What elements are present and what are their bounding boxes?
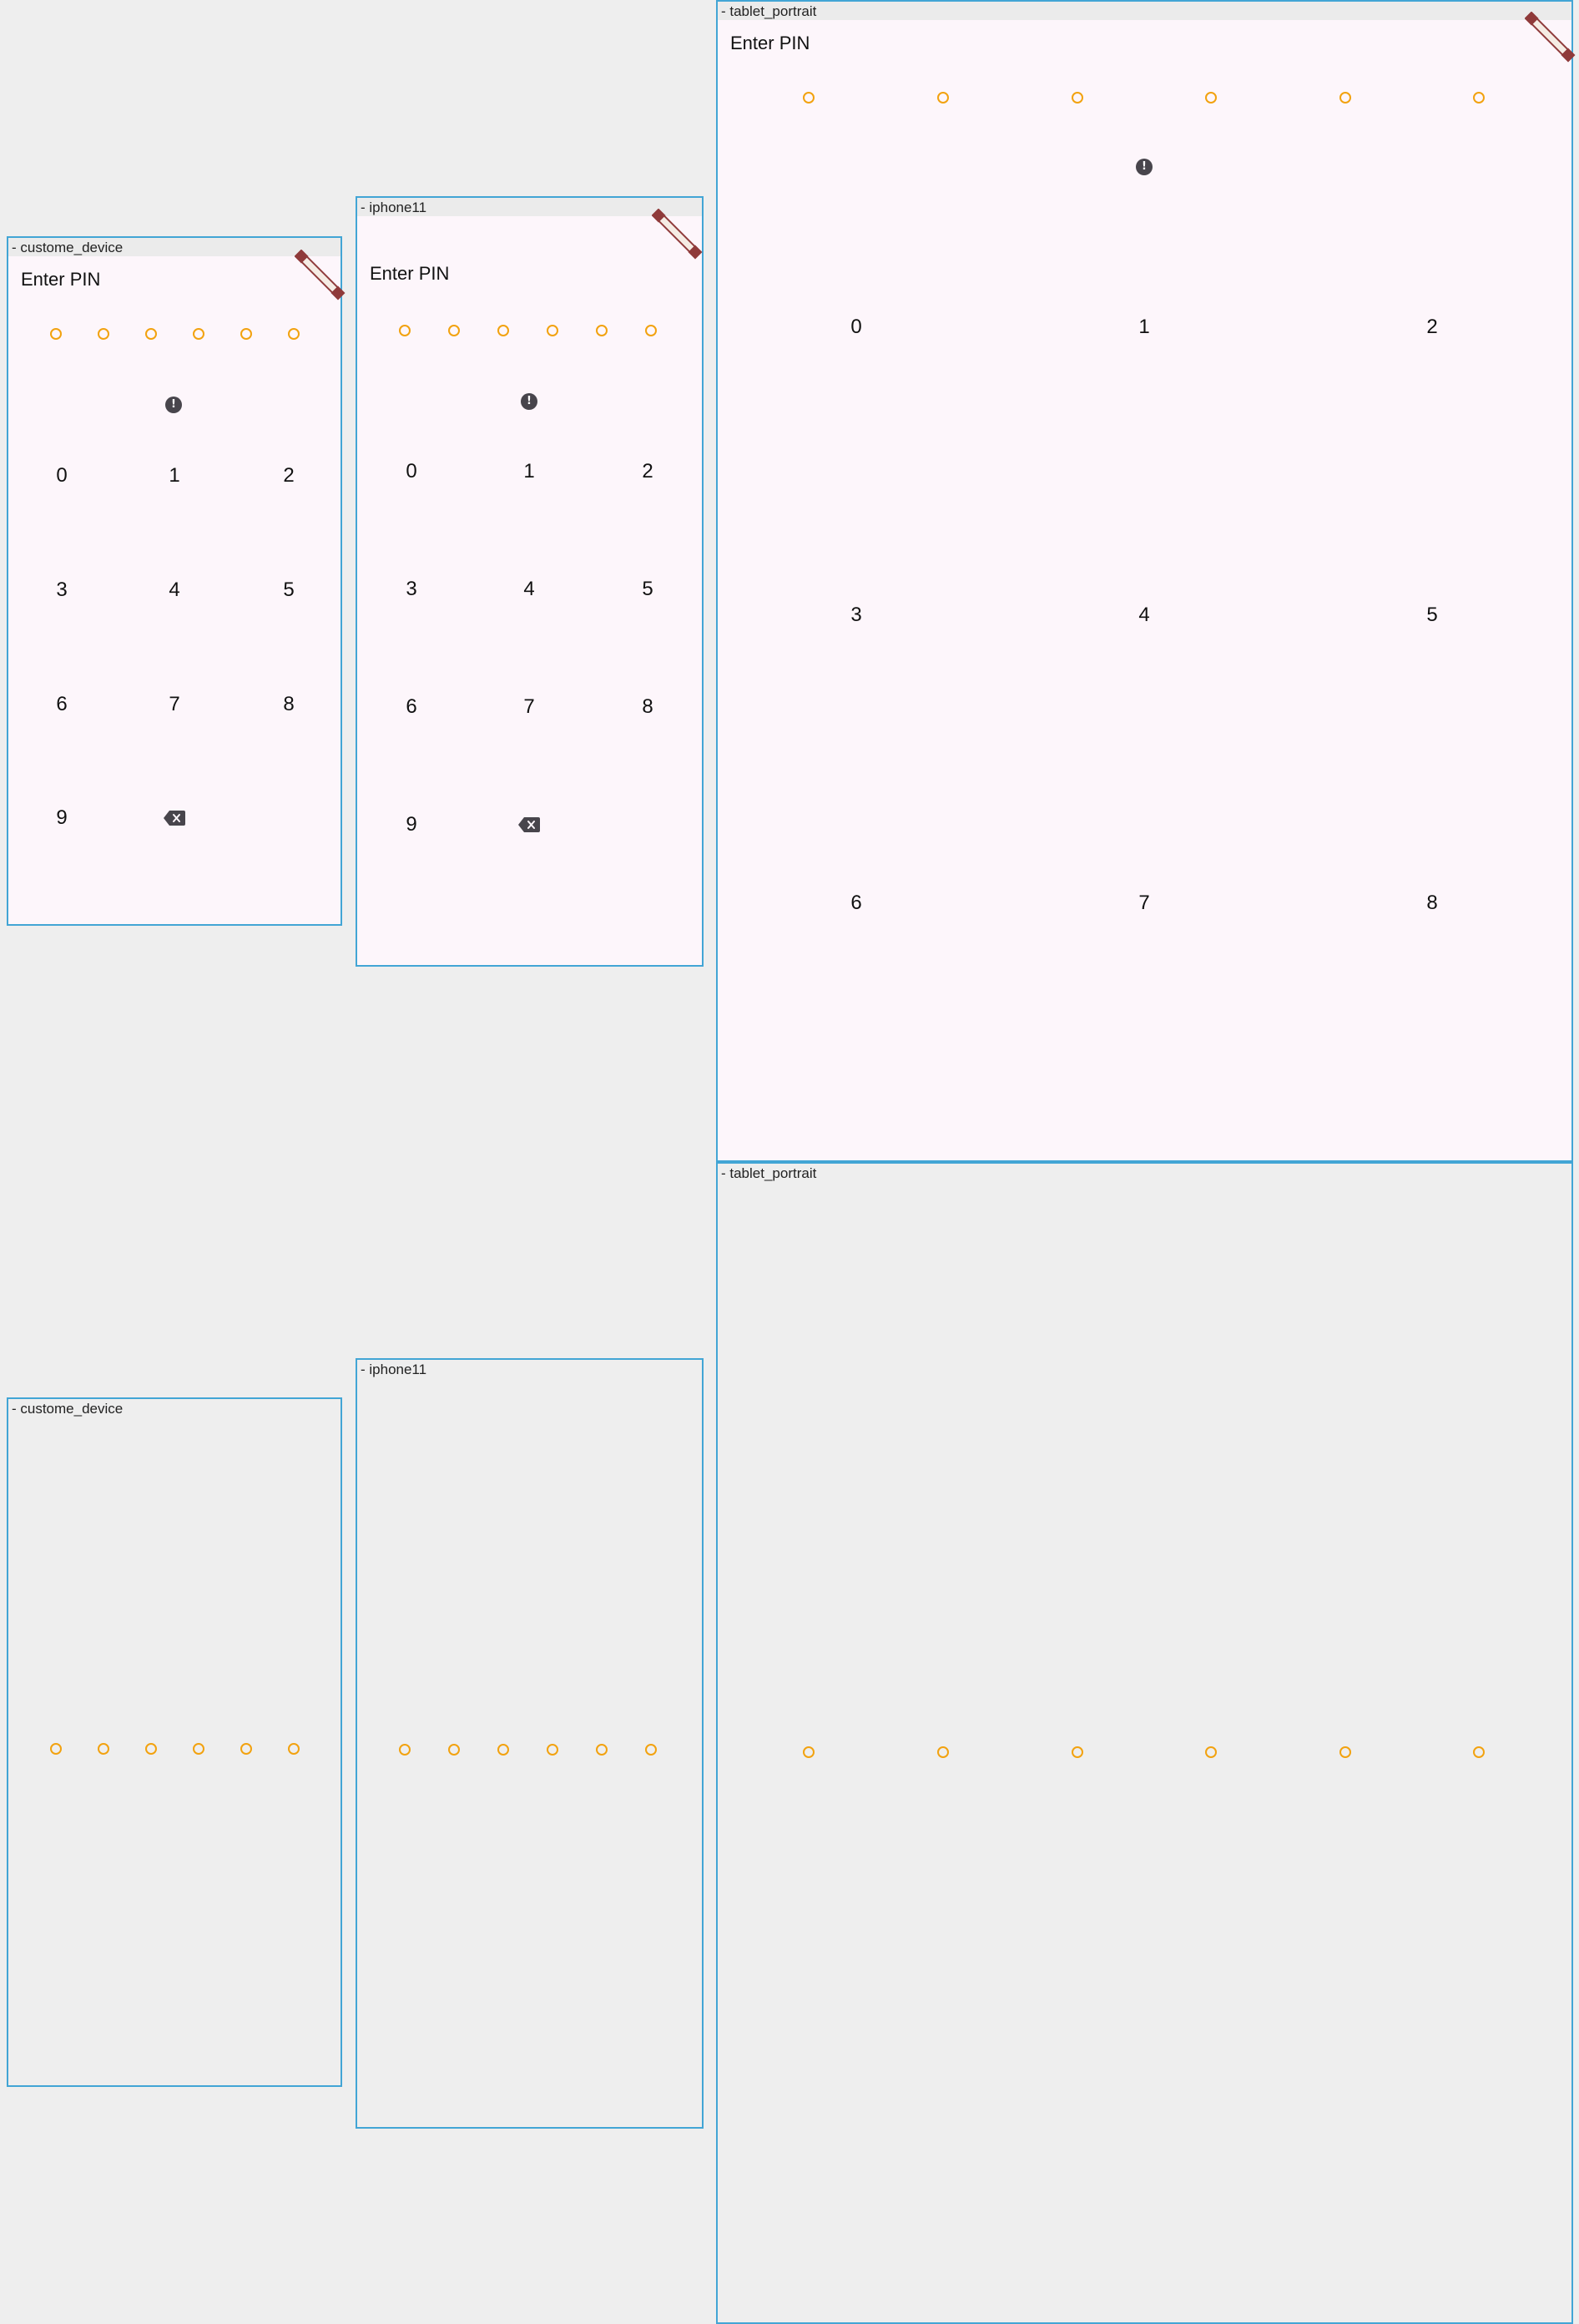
debug-banner-icon [652,209,703,260]
pin-dot [1473,92,1485,104]
device-frame-tablet-portrait: - tablet_portrait Enter PIN ! 0 1 2 3 4 … [716,0,1576,1162]
pin-dot [1205,92,1217,104]
backspace-icon[interactable] [164,811,185,826]
pin-screen: Enter PIN ! 0 1 2 3 4 5 6 7 8 [718,20,1571,1160]
pin-dot [937,92,949,104]
page-title: Enter PIN [730,33,810,53]
key-6[interactable]: 6 [395,690,428,724]
pin-dot [645,1744,657,1756]
pin-dot [193,1743,204,1755]
device-frame-custome-device-loading: - custome_device [7,1397,342,2087]
key-1[interactable]: 1 [158,459,191,493]
key-9[interactable]: 9 [395,808,428,841]
device-frame-iphone11: - iphone11 Enter PIN ! 0 1 2 3 4 5 6 7 8… [356,196,704,967]
frame-label: - tablet_portrait [721,3,817,19]
pin-screen: Enter PIN ! 0 1 2 3 4 5 6 7 8 9 [8,256,341,924]
pin-dot [1473,1746,1485,1758]
key-1[interactable]: 1 [512,455,546,488]
key-5[interactable]: 5 [1415,599,1449,632]
pin-dot [448,1744,460,1756]
pin-dot [1339,92,1351,104]
pin-dot [1072,92,1083,104]
debug-banner-icon [1525,12,1576,63]
pin-dot [1205,1746,1217,1758]
pin-dot [937,1746,949,1758]
pin-dot [193,328,204,340]
pin-dot [288,328,300,340]
key-1[interactable]: 1 [1127,311,1161,344]
pin-dot [645,325,657,336]
device-frame-tablet-portrait-loading: - tablet_portrait [716,1162,1573,2324]
pin-screen: Enter PIN ! 0 1 2 3 4 5 6 7 8 9 [357,216,702,965]
key-8[interactable]: 8 [1415,887,1449,920]
pin-dot [50,328,62,340]
page-title: Enter PIN [21,269,101,290]
key-9[interactable]: 9 [45,801,78,835]
key-8[interactable]: 8 [272,688,305,721]
pin-dot [145,1743,157,1755]
pin-dot [547,1744,558,1756]
key-2[interactable]: 2 [1415,311,1449,344]
pin-dot [596,1744,608,1756]
frame-header-bar [718,2,1571,20]
frame-label: - tablet_portrait [721,1165,817,1181]
pin-dot [399,325,411,336]
frame-label: - custome_device [12,240,124,255]
debug-banner-icon [295,250,346,301]
key-0[interactable]: 0 [395,455,428,488]
key-7[interactable]: 7 [1127,887,1161,920]
frame-label: - iphone11 [361,200,427,215]
pin-dot [803,1746,815,1758]
key-3[interactable]: 3 [840,599,873,632]
page-title: Enter PIN [370,263,450,284]
device-frame-iphone11-loading: - iphone11 [356,1358,704,2129]
pin-dot [547,325,558,336]
pin-dot [596,325,608,336]
pin-dot [240,1743,252,1755]
pin-dot [1339,1746,1351,1758]
key-7[interactable]: 7 [512,690,546,724]
error-circle-icon: ! [165,397,182,413]
key-3[interactable]: 3 [395,573,428,606]
key-0[interactable]: 0 [840,311,873,344]
pin-dot [288,1743,300,1755]
frame-label: - custome_device [12,1401,124,1417]
pin-dot [98,1743,109,1755]
frame-label: - iphone11 [361,1362,427,1377]
key-4[interactable]: 4 [158,573,191,607]
key-2[interactable]: 2 [272,459,305,493]
backspace-icon[interactable] [518,817,540,832]
key-0[interactable]: 0 [45,459,78,493]
key-3[interactable]: 3 [45,573,78,607]
error-circle-icon: ! [521,393,537,410]
key-4[interactable]: 4 [512,573,546,606]
key-6[interactable]: 6 [45,688,78,721]
pin-dot [399,1744,411,1756]
pin-dot [145,328,157,340]
key-6[interactable]: 6 [840,887,873,920]
pin-dot [1072,1746,1083,1758]
error-circle-icon: ! [1136,159,1153,175]
key-7[interactable]: 7 [158,688,191,721]
pin-dot [448,325,460,336]
key-5[interactable]: 5 [272,573,305,607]
pin-dot [98,328,109,340]
pin-dot [497,325,509,336]
key-4[interactable]: 4 [1127,599,1161,632]
pin-dot [803,92,815,104]
key-8[interactable]: 8 [631,690,664,724]
key-5[interactable]: 5 [631,573,664,606]
pin-dot [240,328,252,340]
pin-dot [497,1744,509,1756]
pin-dot [50,1743,62,1755]
key-2[interactable]: 2 [631,455,664,488]
device-frame-custome-device: - custome_device Enter PIN ! 0 1 2 3 4 5… [7,236,346,926]
